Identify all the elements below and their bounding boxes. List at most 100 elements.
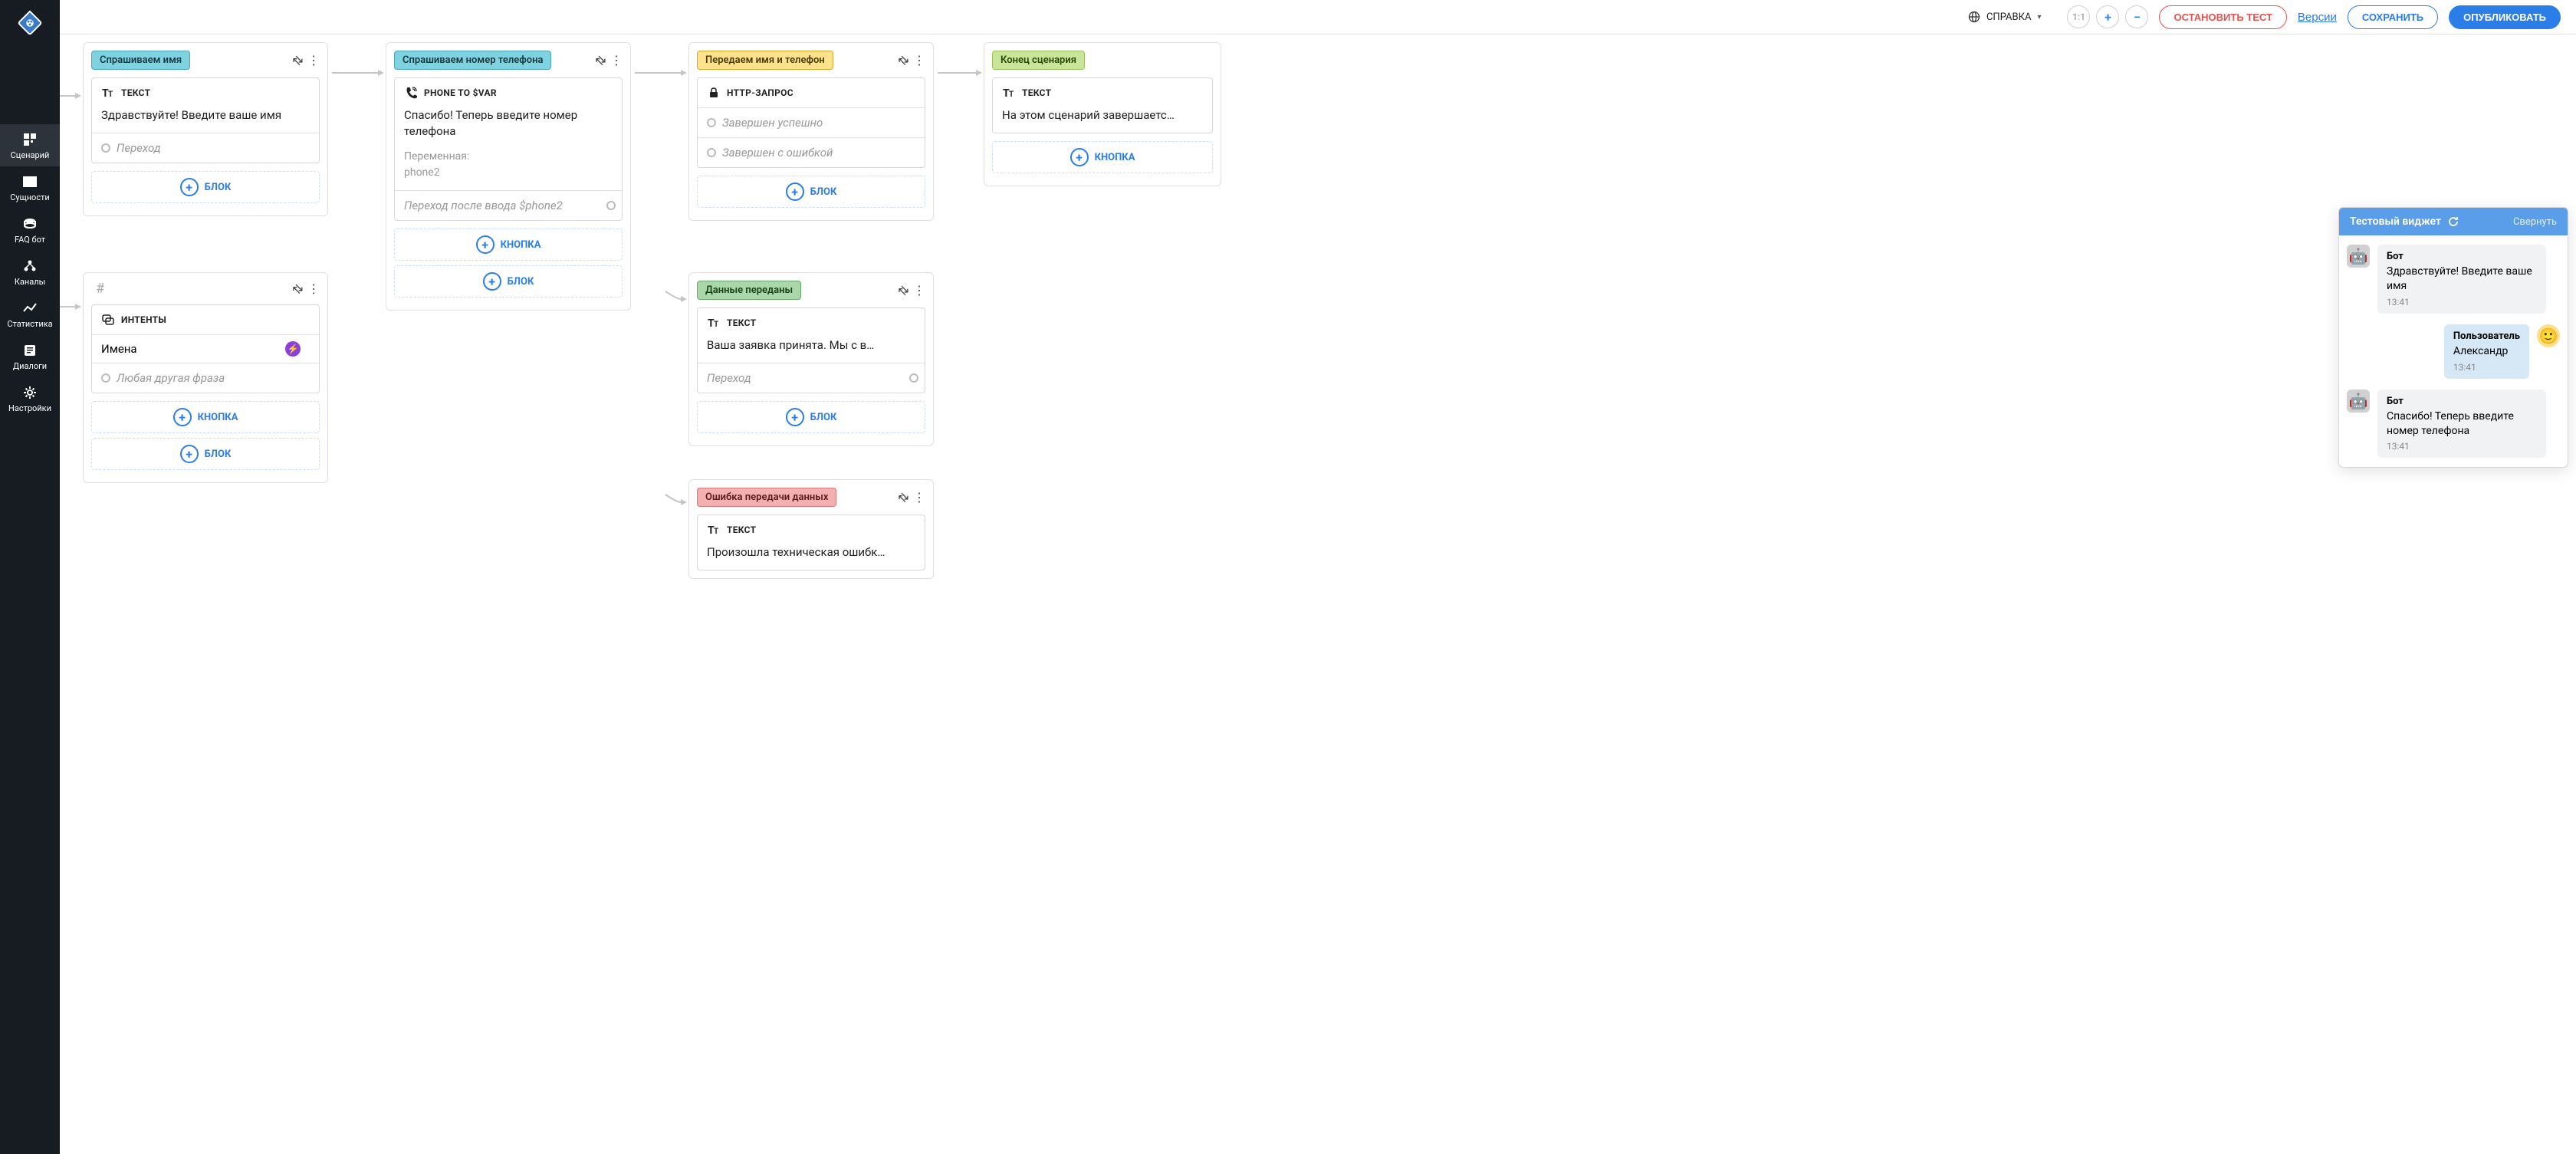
link-icon[interactable]: ⇄ [596,53,606,67]
dialogs-icon [21,341,39,360]
add-block-button[interactable]: + БЛОК [697,401,925,433]
message-time: 13:41 [2387,297,2537,307]
more-icon[interactable]: ⋮ [307,281,320,296]
reference-dropdown[interactable]: СПРАВКА ▾ [1968,11,2042,23]
collapse-button[interactable]: Свернуть [2513,216,2557,228]
stop-test-button[interactable]: ОСТАНОВИТЬ ТЕСТ [2159,5,2286,29]
save-button[interactable]: СОХРАНИТЬ [2348,5,2438,29]
card-title[interactable]: Спрашиваем имя [91,51,190,70]
sidebar-item-stats[interactable]: Статистика [0,293,60,335]
add-block-button[interactable]: + БЛОК [91,171,320,203]
sidebar-item-faq[interactable]: FAQ бот [0,209,60,251]
stats-icon [21,299,39,317]
sidebar-item-channels[interactable]: Каналы [0,251,60,293]
connection-dot[interactable] [606,201,616,210]
card-title[interactable]: Ошибка передачи данных [697,488,836,507]
connection-dot[interactable] [101,143,110,153]
more-icon[interactable]: ⋮ [610,53,623,67]
card-ask-name[interactable]: Спрашиваем имя ⇄ ⋮ TT ТЕКСТ Здравствуйте… [83,42,328,216]
hash-icon: # [91,281,104,297]
card-title[interactable]: Данные переданы [697,281,801,300]
link-icon[interactable]: ⇄ [899,283,909,298]
message-row: Пользователь Александр 13:41 🙂 [2347,324,2560,379]
add-button-button[interactable]: + КНОПКА [992,141,1213,173]
plus-icon: + [483,272,501,291]
block-type-label: ТЕКСТ [727,317,756,328]
message-time: 13:41 [2453,362,2520,373]
card-title[interactable]: Спрашиваем номер телефона [394,51,551,70]
test-widget: Тестовый виджет Свернуть 🤖 Бот Здравству… [2338,207,2568,468]
phone-icon [404,86,418,100]
refresh-icon[interactable] [2447,215,2459,228]
block-text: На этом сценарий завершаетс… [993,107,1212,133]
block-type-label: ТЕКСТ [1022,87,1051,98]
zoom-in-button[interactable]: + [2096,5,2119,28]
card-send-data[interactable]: Передаем имя и телефон ⇄ ⋮ HTTP-ЗАПРОС З… [688,42,934,221]
transition-slot[interactable]: Переход [698,363,925,393]
card-intents[interactable]: # ⇄ ⋮ ИНТЕНТЫ Имена ⚡ [83,272,328,483]
text-icon: TT [1002,86,1016,100]
add-button-button[interactable]: + КНОПКА [394,228,623,261]
transition-slot[interactable]: Переход [92,133,319,163]
connection-dot[interactable] [707,148,716,157]
more-icon[interactable]: ⋮ [913,283,925,298]
sidebar-label: Настройки [8,403,51,413]
card-end[interactable]: Конец сценария TT ТЕКСТ На этом сценарий… [984,42,1221,186]
message-sender: Бот [2387,251,2537,262]
sidebar-item-entities[interactable]: Сущности [0,166,60,209]
versions-link[interactable]: Версии [2298,11,2337,24]
publish-button[interactable]: ОПУБЛИКОВАТЬ [2449,5,2561,29]
svg-text:T: T [1009,90,1014,99]
sidebar-item-dialogs[interactable]: Диалоги [0,335,60,377]
link-icon[interactable]: ⇄ [899,490,909,505]
card-title[interactable]: Конец сценария [992,51,1085,70]
connection-dot[interactable] [101,373,110,383]
text-icon: TT [707,316,721,330]
channels-icon [21,257,39,275]
block-type-label: ИНТЕНТЫ [121,314,166,325]
more-icon[interactable]: ⋮ [913,490,925,505]
card-data-sent[interactable]: Данные переданы ⇄ ⋮ TT ТЕКСТ Ваша заявка… [688,272,934,446]
block-type-label: ТЕКСТ [727,524,756,535]
message-row: 🤖 Бот Спасибо! Теперь введите номер теле… [2347,390,2560,459]
message-sender: Бот [2387,396,2537,407]
add-block-button[interactable]: + БЛОК [697,176,925,208]
transition-slot[interactable]: Переход после ввода $phone2 [395,190,622,220]
bot-avatar: 🤖 [2347,245,2370,268]
user-avatar: 🙂 [2537,324,2560,347]
more-icon[interactable]: ⋮ [307,53,320,67]
sidebar-item-settings[interactable]: Настройки [0,377,60,419]
more-icon[interactable]: ⋮ [913,53,925,67]
add-button-button[interactable]: + КНОПКА [91,401,320,433]
add-block-button[interactable]: + БЛОК [394,265,623,298]
faq-icon [21,215,39,233]
card-error[interactable]: Ошибка передачи данных ⇄ ⋮ TT ТЕКСТ Прои… [688,479,934,579]
intents-icon [101,313,115,327]
add-block-button[interactable]: + БЛОК [91,438,320,470]
success-slot[interactable]: Завершен успешно [698,107,925,137]
chevron-down-icon: ▾ [2037,13,2041,21]
error-slot[interactable]: Завершен с ошибкой [698,137,925,167]
text-icon: TT [707,523,721,537]
message-row: 🤖 Бот Здравствуйте! Введите ваше имя 13:… [2347,245,2560,314]
sidebar-label: Статистика [7,319,52,329]
message-text: Здравствуйте! Введите ваше имя [2387,265,2537,294]
link-icon[interactable]: ⇄ [899,53,909,67]
sidebar-label: Каналы [15,277,45,287]
svg-text:T: T [714,528,719,536]
any-phrase-slot[interactable]: Любая другая фраза [92,363,319,393]
message-text: Александр [2453,344,2520,359]
sidebar-item-scenario[interactable]: Сценарий [0,124,60,166]
card-title[interactable]: Передаем имя и телефон [697,51,833,70]
zoom-out-button[interactable]: − [2125,5,2148,28]
link-icon[interactable]: ⇄ [293,53,303,67]
link-icon[interactable]: ⇄ [293,281,303,296]
card-ask-phone[interactable]: Спрашиваем номер телефона ⇄ ⋮ PHONE TO $… [386,42,631,311]
zoom-reset-button[interactable]: 1:1 [2067,5,2090,28]
scenario-canvas[interactable]: Спрашиваем имя ⇄ ⋮ TT ТЕКСТ Здравствуйте… [60,35,2576,1154]
connection-dot[interactable] [909,373,918,383]
connection-dot[interactable] [707,118,716,127]
text-icon: TT [101,86,115,100]
intent-row[interactable]: Имена ⚡ [92,334,319,363]
sidebar-label: FAQ бот [15,235,45,245]
